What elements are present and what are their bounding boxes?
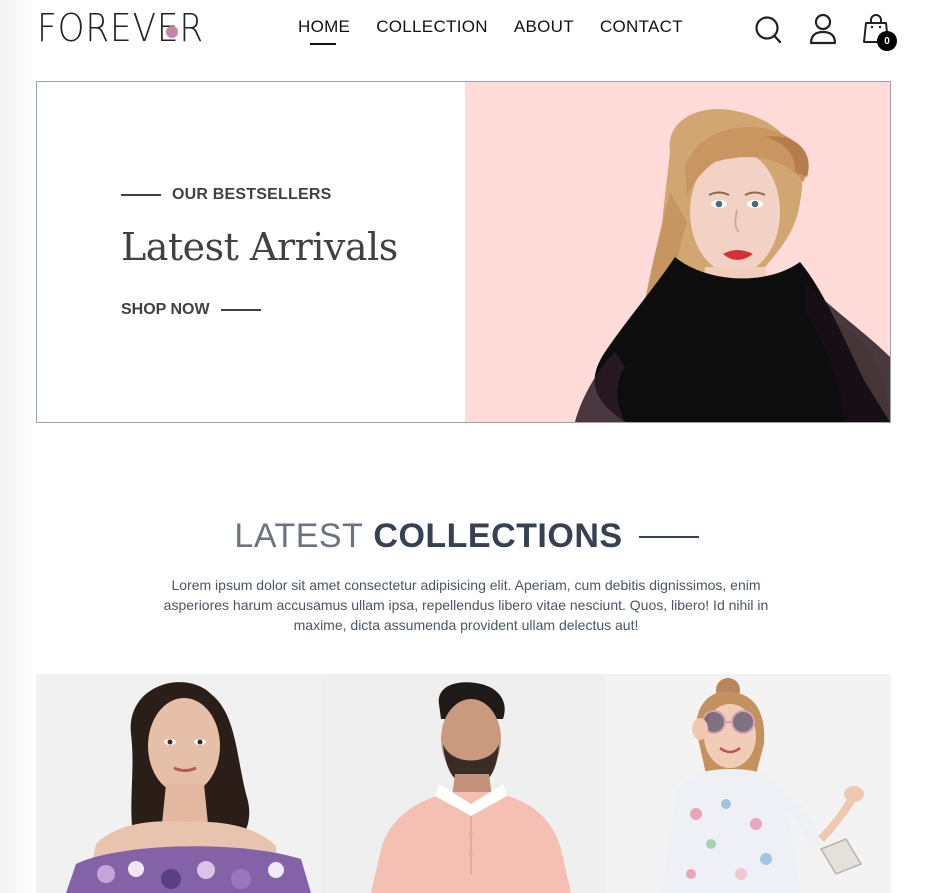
product-image-man: [371, 682, 571, 893]
page-edge-shade: [0, 0, 36, 893]
product-grid: [36, 674, 891, 893]
heading-bold-word: COLLECTIONS: [373, 517, 623, 555]
site-header: FOREVER HOME COLLECTION ABOUT CONTACT 0: [0, 0, 933, 70]
hero-text-panel: OUR BESTSELLERS Latest Arrivals SHOP NOW: [37, 82, 465, 422]
logo-dot: [166, 26, 178, 38]
profile-icon[interactable]: [808, 13, 838, 51]
nav-collection[interactable]: COLLECTION: [376, 17, 488, 37]
heading-light-word: LATEST: [234, 517, 364, 555]
nav-active-underline: [310, 43, 336, 45]
cart-count-badge: 0: [877, 31, 897, 51]
heading-line: [638, 535, 699, 538]
shop-now-link[interactable]: SHOP NOW: [121, 301, 261, 319]
search-icon[interactable]: [753, 13, 783, 50]
logo[interactable]: FOREVER: [37, 6, 223, 50]
logo-text: FOREVER: [37, 6, 205, 50]
collections-description: Lorem ipsum dolor sit amet consectetur a…: [163, 577, 769, 633]
product-card[interactable]: [606, 674, 891, 893]
hero-model-illustration: [575, 108, 890, 422]
hero-title: Latest Arrivals: [121, 225, 398, 269]
latest-collections-heading: LATEST COLLECTIONS: [0, 517, 933, 556]
product-card[interactable]: [321, 674, 606, 893]
hero-image: [465, 82, 890, 422]
product-image-woman: [66, 682, 311, 893]
hero-banner: OUR BESTSELLERS Latest Arrivals SHOP NOW: [36, 81, 891, 423]
main-nav: HOME COLLECTION ABOUT CONTACT: [298, 17, 683, 45]
product-card[interactable]: [36, 674, 321, 893]
nav-about[interactable]: ABOUT: [514, 17, 574, 37]
shop-now-line: [220, 309, 261, 311]
nav-home[interactable]: HOME: [298, 17, 351, 45]
hero-eyebrow-row: OUR BESTSELLERS: [121, 186, 331, 204]
product-image-girl: [661, 678, 864, 893]
nav-contact[interactable]: CONTACT: [600, 17, 683, 37]
eyebrow-line: [121, 194, 161, 196]
hero-eyebrow: OUR BESTSELLERS: [172, 186, 332, 203]
shop-now-label: SHOP NOW: [121, 301, 210, 318]
nav-home-label: HOME: [298, 17, 351, 36]
